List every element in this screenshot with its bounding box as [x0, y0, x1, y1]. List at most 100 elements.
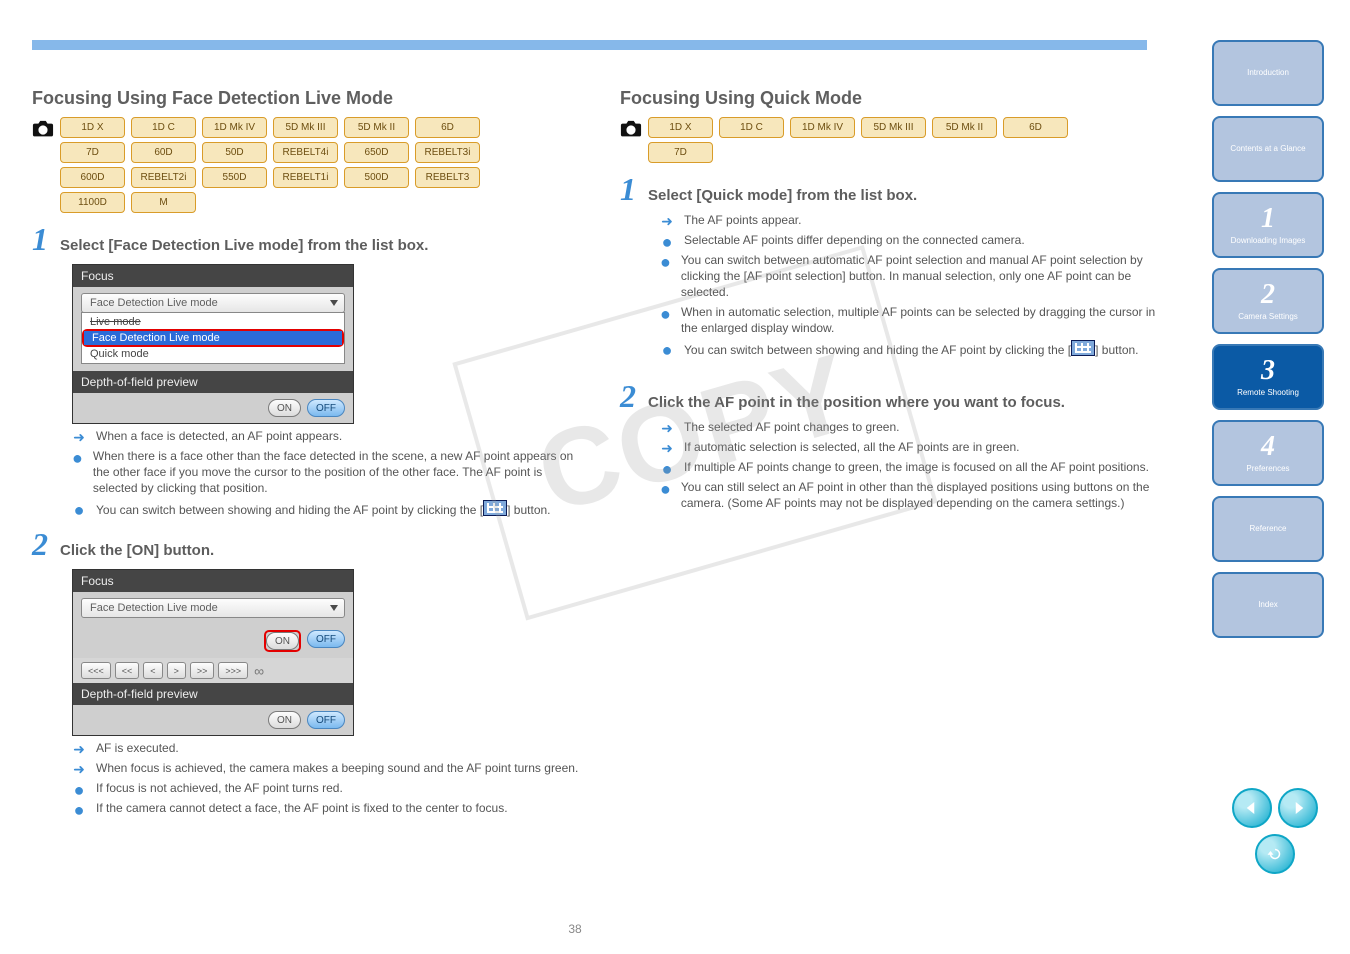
focus-mode-select[interactable]: Face Detection Live mode	[81, 293, 345, 313]
left-s1-b1: ●When there is a face other than the fac…	[72, 448, 587, 496]
r-s2-arrow2: ➜If automatic selection is selected, all…	[660, 439, 1175, 455]
mode-badge: 6D	[415, 117, 480, 138]
mode-badge: 5D Mk III	[861, 117, 926, 138]
chapter-number: 2	[1261, 281, 1275, 309]
right-mode-grid: 1D X1D C1D Mk IV5D Mk III5D Mk II6D7D	[648, 117, 1088, 163]
chapter-label: Introduction	[1243, 68, 1293, 78]
right-step1: 1 Select [Quick mode] from the list box.	[620, 171, 1175, 208]
left-s1-arrow-text: When a face is detected, an AF point app…	[96, 428, 342, 444]
r-s2-a1-text: The selected AF point changes to green.	[684, 419, 899, 435]
chapter-nav-item[interactable]: 4Preferences	[1212, 420, 1324, 486]
r-s1-arrow: ➜The AF points appear.	[660, 212, 1175, 228]
left-s2-b1-text: If focus is not achieved, the AF point t…	[96, 780, 343, 796]
r-s1-b4: ●You can switch between showing and hidi…	[660, 340, 1175, 358]
dof-on-2[interactable]: ON	[268, 711, 301, 729]
mode-badge: 550D	[202, 167, 267, 188]
chapter-label: Reference	[1246, 524, 1291, 534]
dof-off[interactable]: OFF	[307, 399, 345, 417]
focus-nav-row: <<<<<<>>>>>>∞	[73, 658, 353, 683]
left-s2-b2: ●If the camera cannot detect a face, the…	[72, 800, 587, 816]
focus-step-button[interactable]: <<	[115, 662, 140, 679]
left-s1-b2-b: ] button.	[507, 503, 550, 517]
focus-panel-1: Focus Face Detection Live mode Live mode…	[72, 264, 354, 424]
left-s2-arrow2: ➜When focus is achieved, the camera make…	[72, 760, 587, 776]
opt-face-detect[interactable]: Face Detection Live mode	[84, 331, 342, 345]
r-s1-b3: ●When in automatic selection, multiple A…	[660, 304, 1175, 336]
chapter-label: Remote Shooting	[1233, 388, 1303, 398]
mode-badge: REBELT3i	[415, 142, 480, 163]
left-step1-text: Select [Face Detection Live mode] from t…	[60, 237, 428, 254]
mode-badge: 7D	[60, 142, 125, 163]
chapter-nav-item[interactable]: Index	[1212, 572, 1324, 638]
prev-page-button[interactable]	[1232, 788, 1272, 828]
camera-icon	[32, 119, 54, 137]
left-step2-text: Click the [ON] button.	[60, 542, 214, 559]
chapter-label: Index	[1254, 600, 1282, 610]
page-number: 38	[0, 922, 1150, 936]
r-step1-text: Select [Quick mode] from the list box.	[648, 187, 917, 204]
r-s2-a2-text: If automatic selection is selected, all …	[684, 439, 1020, 455]
mode-badge: 60D	[131, 142, 196, 163]
r-step2-num: 2	[620, 378, 636, 415]
r-s2-b1-text: If multiple AF points change to green, t…	[684, 459, 1149, 475]
chapter-nav-item[interactable]: 3 Remote Shooting	[1212, 344, 1324, 410]
dof-label-2: Depth-of-field preview	[73, 683, 353, 705]
focus-step-button[interactable]: >>>	[218, 662, 248, 679]
mode-badge: 1D C	[131, 117, 196, 138]
right-column: Focusing Using Quick Mode 1D X1D C1D Mk …	[620, 88, 1175, 515]
chapter-nav-item[interactable]: Reference	[1212, 496, 1324, 562]
opt-live-mode[interactable]: Live mode	[82, 315, 344, 329]
focus-on-button[interactable]: ON	[266, 632, 299, 650]
mode-badge: M	[131, 192, 196, 213]
focus-mode-dropdown[interactable]: Live mode Face Detection Live mode Quick…	[81, 312, 345, 364]
focus-mode-select-2[interactable]: Face Detection Live mode	[81, 598, 345, 618]
focus-head: Focus	[73, 265, 353, 287]
mode-badge: 650D	[344, 142, 409, 163]
mode-badge: 6D	[1003, 117, 1068, 138]
chapter-nav-item[interactable]: Introduction	[1212, 40, 1324, 106]
focus-off-button[interactable]: OFF	[307, 630, 345, 648]
mode-badge: 500D	[344, 167, 409, 188]
left-mode-row: 1D X1D C1D Mk IV5D Mk III5D Mk II6D7D60D…	[32, 117, 587, 213]
step-number: 1	[32, 221, 48, 258]
focus-step-button[interactable]: <	[143, 662, 162, 679]
focus-panel-2: Focus Face Detection Live mode ON OFF <<…	[72, 569, 354, 736]
dof-label: Depth-of-field preview	[73, 371, 353, 393]
opt-quick-mode[interactable]: Quick mode	[82, 347, 344, 361]
focus-step-button[interactable]: >>	[190, 662, 215, 679]
focus-step-button[interactable]: >	[167, 662, 186, 679]
r-s1-b2-text: You can switch between automatic AF poin…	[681, 252, 1175, 300]
chapter-number: 1	[1261, 205, 1275, 233]
focus-head-2: Focus	[73, 570, 353, 592]
chapter-nav-item[interactable]: Contents at a Glance	[1212, 116, 1324, 182]
chapter-label: Preferences	[1242, 464, 1293, 474]
r-s1-b1: ●Selectable AF points differ depending o…	[660, 232, 1175, 248]
mode-badge: 1100D	[60, 192, 125, 213]
camera-icon-2	[620, 119, 642, 137]
mode-badge: 5D Mk II	[932, 117, 997, 138]
dof-off-2[interactable]: OFF	[307, 711, 345, 729]
r-s1-b4-text: You can switch between showing and hidin…	[684, 340, 1139, 358]
dof-on[interactable]: ON	[268, 399, 301, 417]
back-button[interactable]	[1255, 834, 1295, 874]
next-page-button[interactable]	[1278, 788, 1318, 828]
left-s2-b1: ●If focus is not achieved, the AF point …	[72, 780, 587, 796]
r-step2-text: Click the AF point in the position where…	[648, 394, 1065, 411]
chapter-nav-item[interactable]: 1Downloading Images	[1212, 192, 1324, 258]
left-s1-b2-a: You can switch between showing and hidin…	[96, 503, 483, 517]
r-step1-num: 1	[620, 171, 636, 208]
focus-step-button[interactable]: <<<	[81, 662, 111, 679]
chapter-label: Camera Settings	[1234, 312, 1302, 322]
mode-badge: 1D C	[719, 117, 784, 138]
left-s2-a1-text: AF is executed.	[96, 740, 179, 756]
chapter-number: 3	[1261, 357, 1275, 385]
right-mode-row: 1D X1D C1D Mk IV5D Mk III5D Mk II6D7D	[620, 117, 1175, 163]
mode-badge: REBELT2i	[131, 167, 196, 188]
r-s1-b3-text: When in automatic selection, multiple AF…	[681, 304, 1175, 336]
page-nav	[1232, 788, 1318, 874]
left-s1-b1-text: When there is a face other than the face…	[93, 448, 587, 496]
right-step2: 2 Click the AF point in the position whe…	[620, 378, 1175, 415]
mode-badge: 5D Mk III	[273, 117, 338, 138]
chapter-nav-item[interactable]: 2 Camera Settings	[1212, 268, 1324, 334]
r-s1-b2: ●You can switch between automatic AF poi…	[660, 252, 1175, 300]
